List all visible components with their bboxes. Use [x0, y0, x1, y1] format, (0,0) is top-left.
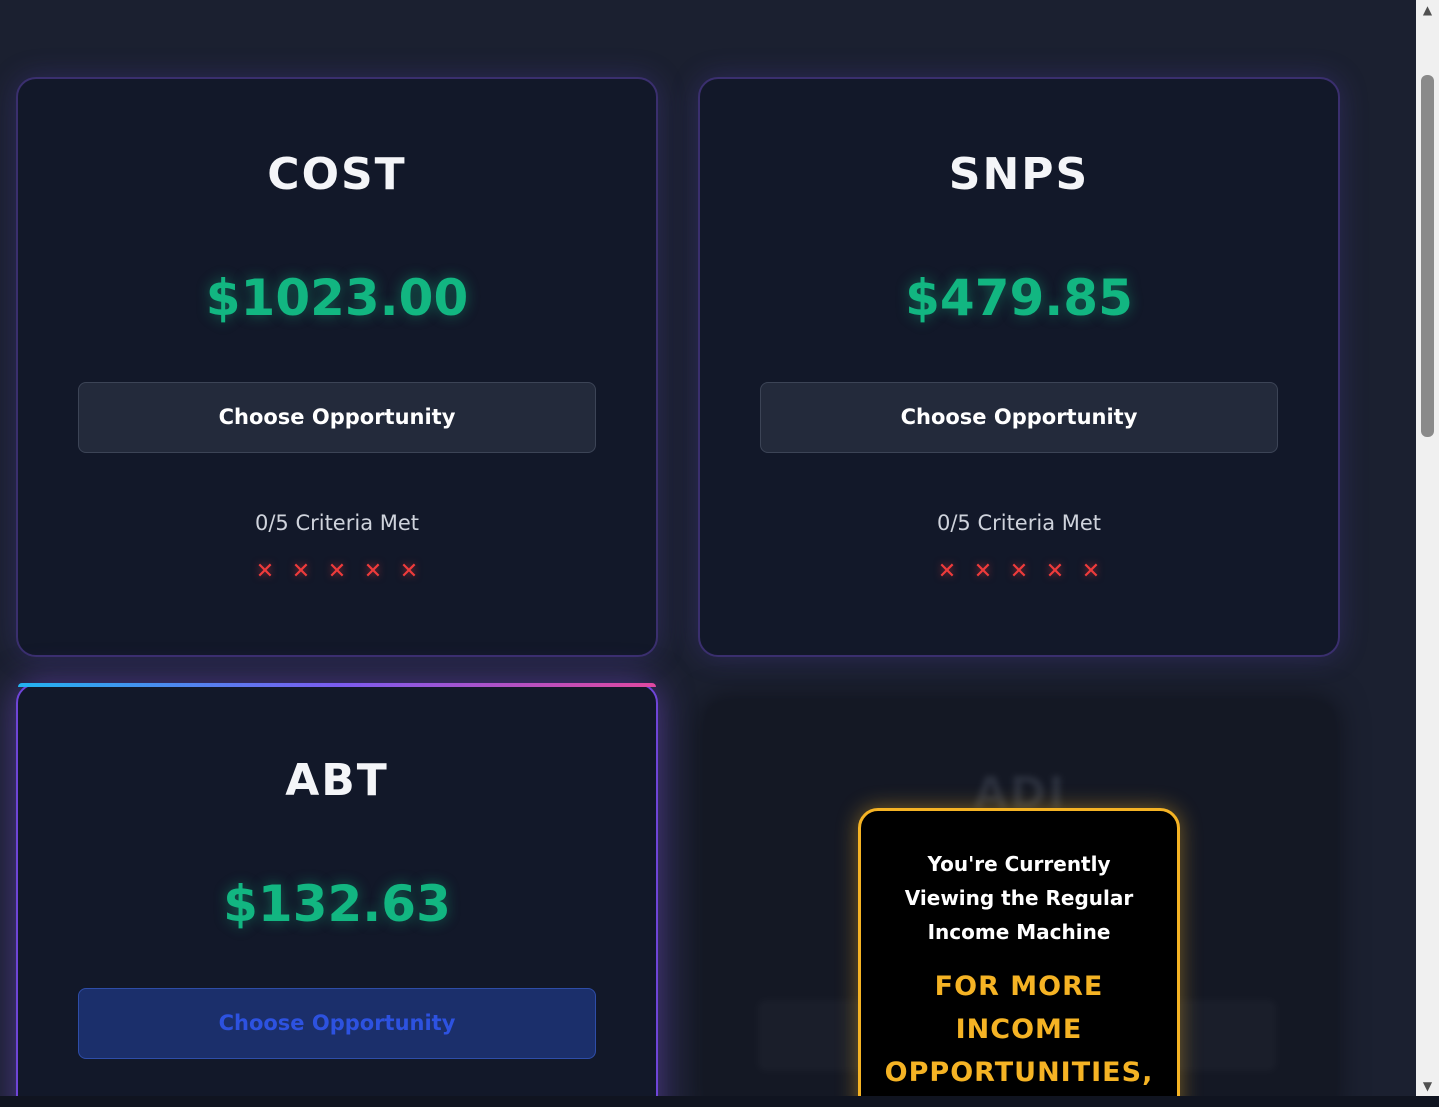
cross-icon: ✕ — [1081, 559, 1101, 584]
cross-icon: ✕ — [291, 559, 311, 584]
choose-opportunity-button[interactable]: Choose Opportunity — [760, 382, 1278, 453]
ticker-symbol: SNPS — [948, 149, 1090, 200]
popup-message: You're Currently Viewing the Regular Inc… — [904, 852, 1134, 944]
cross-icon: ✕ — [255, 559, 275, 584]
cross-icon: ✕ — [973, 559, 993, 584]
stock-price: $479.85 — [905, 269, 1133, 327]
selected-gradient-bar — [18, 683, 656, 687]
scrollbar-thumb[interactable] — [1421, 75, 1434, 437]
vertical-scrollbar[interactable]: ▲ ▼ — [1416, 0, 1439, 1096]
criteria-status: 0/5 Criteria Met — [254, 511, 420, 535]
choose-opportunity-button[interactable]: Choose Opportunity — [78, 382, 596, 453]
ticker-symbol: ABT — [285, 755, 389, 806]
stock-price: $132.63 — [223, 875, 451, 933]
scroll-down-arrow-icon[interactable]: ▼ — [1420, 1079, 1435, 1093]
cross-icon: ✕ — [937, 559, 957, 584]
stock-price: $1023.00 — [205, 269, 469, 327]
stock-card-abt-selected: ABT $132.63 Choose Opportunity — [16, 683, 658, 1096]
scroll-up-arrow-icon[interactable]: ▲ — [1420, 3, 1435, 17]
cross-icon: ✕ — [1009, 559, 1029, 584]
cross-icon: ✕ — [363, 559, 383, 584]
criteria-status: 0/5 Criteria Met — [936, 511, 1102, 535]
cross-icon: ✕ — [399, 559, 419, 584]
stock-card-cost: COST $1023.00 Choose Opportunity 0/5 Cri… — [16, 77, 658, 657]
ticker-symbol: COST — [267, 149, 407, 200]
cross-icon: ✕ — [1045, 559, 1065, 584]
page: COST $1023.00 Choose Opportunity 0/5 Cri… — [0, 0, 1416, 1096]
criteria-marks: ✕ ✕ ✕ ✕ ✕ — [18, 559, 656, 584]
choose-opportunity-button[interactable]: Choose Opportunity — [78, 988, 596, 1059]
popup-cta[interactable]: FOR MORE INCOME OPPORTUNITIES, — [861, 965, 1177, 1094]
bottom-edge — [0, 1096, 1439, 1107]
cross-icon: ✕ — [327, 559, 347, 584]
upgrade-popup[interactable]: You're Currently Viewing the Regular Inc… — [858, 808, 1180, 1096]
stock-card-snps: SNPS $479.85 Choose Opportunity 0/5 Crit… — [698, 77, 1340, 657]
criteria-marks: ✕ ✕ ✕ ✕ ✕ — [700, 559, 1338, 584]
